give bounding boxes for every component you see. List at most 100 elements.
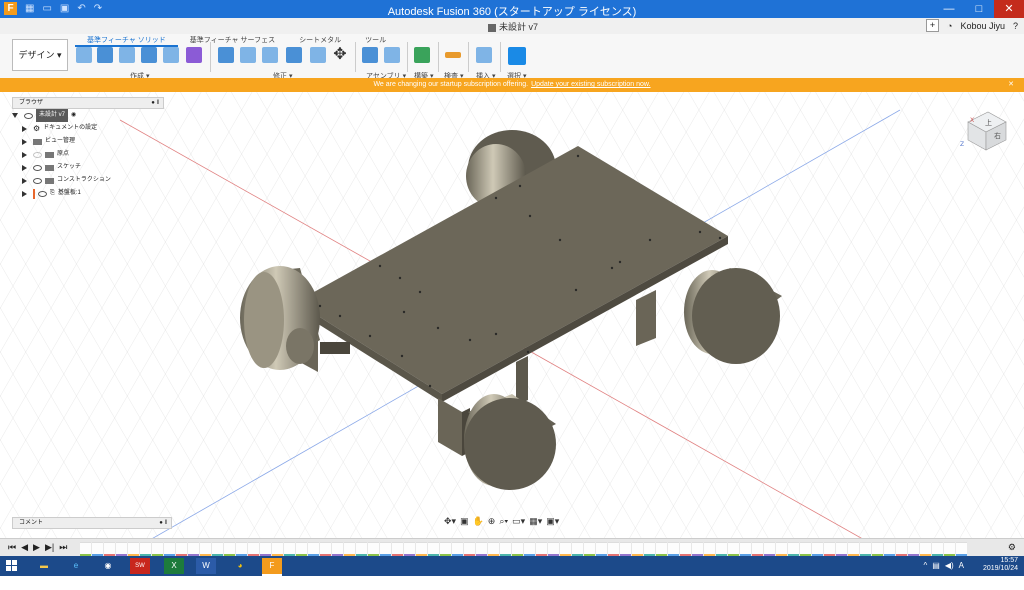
timeline-feature[interactable] [680, 542, 691, 556]
browser-item-named-views[interactable]: ビュー管理 [12, 135, 164, 148]
timeline-feature[interactable] [104, 542, 115, 556]
timeline-feature[interactable] [440, 542, 451, 556]
excel-icon[interactable]: X [164, 558, 184, 574]
timeline-feature[interactable] [788, 542, 799, 556]
visibility-icon[interactable] [38, 190, 47, 197]
timeline-feature[interactable] [476, 542, 487, 556]
timeline-feature[interactable] [344, 542, 355, 556]
timeline-start-icon[interactable]: ⏮ [8, 542, 16, 553]
timeline-feature[interactable] [224, 542, 235, 556]
visibility-icon[interactable] [33, 177, 42, 184]
orbit-icon[interactable]: ✥▾ [444, 516, 456, 527]
timeline-feature[interactable] [500, 542, 511, 556]
timeline-feature[interactable] [716, 542, 727, 556]
expand-icon[interactable] [22, 125, 27, 132]
timeline-feature[interactable] [632, 542, 643, 556]
pan-icon[interactable]: ✋ [473, 516, 484, 527]
look-at-icon[interactable]: ▣ [460, 516, 469, 527]
timeline-feature[interactable] [752, 542, 763, 556]
timeline-feature[interactable] [152, 542, 163, 556]
timeline-feature[interactable] [584, 542, 595, 556]
timeline-feature[interactable] [920, 542, 931, 556]
banner-close-button[interactable]: ✕ [1008, 78, 1014, 92]
timeline-feature[interactable] [836, 542, 847, 556]
timeline-feature[interactable] [188, 542, 199, 556]
timeline-feature[interactable] [416, 542, 427, 556]
job-status-icon[interactable]: ◔ [947, 21, 952, 31]
timeline-feature[interactable] [380, 542, 391, 556]
viewports-icon[interactable]: ▣▾ [546, 516, 559, 527]
timeline-feature[interactable] [932, 542, 943, 556]
insert-image-icon[interactable] [476, 47, 492, 63]
timeline-feature[interactable] [560, 542, 571, 556]
timeline-feature[interactable] [536, 542, 547, 556]
move-icon[interactable]: ✥ [332, 47, 348, 63]
timeline-feature[interactable] [128, 542, 139, 556]
comments-pin-icon[interactable]: ● ‖ [159, 518, 167, 528]
timeline-feature[interactable] [608, 542, 619, 556]
document-tab[interactable]: 未設計 v7 [488, 20, 538, 33]
timeline-feature[interactable] [404, 542, 415, 556]
browser-item-document-settings[interactable]: ⚙ ドキュメントの設定 [12, 122, 164, 135]
comments-panel[interactable]: コメント ● ‖ [12, 517, 172, 529]
activate-icon[interactable]: ◉ [71, 109, 76, 122]
visibility-icon[interactable] [33, 164, 42, 171]
timeline-feature[interactable] [956, 542, 967, 556]
timeline-feature[interactable] [572, 542, 583, 556]
search-app-icon[interactable]: ◉ [98, 558, 118, 574]
start-button[interactable] [6, 560, 18, 572]
view-cube[interactable]: 上 右 Z X [958, 106, 1014, 156]
timeline-feature[interactable] [356, 542, 367, 556]
shell-icon[interactable] [286, 47, 302, 63]
browser-root[interactable]: 未設計 v7 ◉ [12, 109, 164, 122]
visibility-icon[interactable] [33, 151, 42, 158]
timeline-feature[interactable] [644, 542, 655, 556]
fusion-taskbar-icon[interactable]: F [262, 558, 282, 576]
timeline-feature[interactable] [392, 542, 403, 556]
chamfer-icon[interactable] [262, 47, 278, 63]
timeline-end-icon[interactable]: ⏭ [59, 542, 67, 553]
browser-item-origin[interactable]: 原点 [12, 148, 164, 161]
minimize-button[interactable]: — [934, 0, 964, 18]
timeline-feature[interactable] [764, 542, 775, 556]
timeline-feature[interactable] [872, 542, 883, 556]
timeline-feature[interactable] [116, 542, 127, 556]
timeline-feature[interactable] [512, 542, 523, 556]
close-button[interactable]: ✕ [994, 0, 1024, 18]
timeline-back-icon[interactable]: ◀ [21, 542, 28, 553]
timeline-feature[interactable] [812, 542, 823, 556]
solidworks-icon[interactable]: SW 2017 [130, 558, 150, 585]
timeline-feature[interactable] [860, 542, 871, 556]
timeline-feature[interactable] [296, 542, 307, 556]
visibility-icon[interactable] [24, 112, 33, 119]
timeline-feature[interactable] [164, 542, 175, 556]
timeline-feature[interactable] [332, 542, 343, 556]
browser-pin-icon[interactable]: ● ‖ [151, 98, 159, 108]
press-pull-icon[interactable] [218, 47, 234, 63]
expand-icon[interactable] [22, 164, 27, 171]
file-explorer-icon[interactable]: ▬ [34, 558, 54, 574]
timeline-settings-icon[interactable]: ⚙ [1008, 542, 1016, 553]
timeline-feature[interactable] [236, 542, 247, 556]
timeline-feature[interactable] [620, 542, 631, 556]
clock[interactable]: 15:57 2019/10/24 [983, 557, 1018, 573]
browser-item-sketches[interactable]: スケッチ [12, 161, 164, 174]
create-form-icon[interactable] [186, 47, 202, 63]
expand-icon[interactable] [22, 151, 27, 158]
notification-chevron-icon[interactable]: ^ [924, 561, 928, 570]
timeline-feature[interactable] [260, 542, 271, 556]
timeline-feature[interactable] [740, 542, 751, 556]
timeline-feature[interactable] [800, 542, 811, 556]
expand-icon[interactable] [22, 138, 27, 145]
timeline-feature[interactable] [248, 542, 259, 556]
timeline-feature[interactable] [596, 542, 607, 556]
timeline-feature[interactable] [548, 542, 559, 556]
timeline-feature[interactable] [896, 542, 907, 556]
new-tab-button[interactable]: + [926, 19, 940, 32]
timeline-feature[interactable] [92, 542, 103, 556]
measure-icon[interactable] [445, 52, 461, 58]
timeline-feature[interactable] [668, 542, 679, 556]
language-icon[interactable]: A [959, 561, 964, 570]
timeline-feature[interactable] [272, 542, 283, 556]
zoom-icon[interactable]: ⊕ [488, 516, 496, 527]
